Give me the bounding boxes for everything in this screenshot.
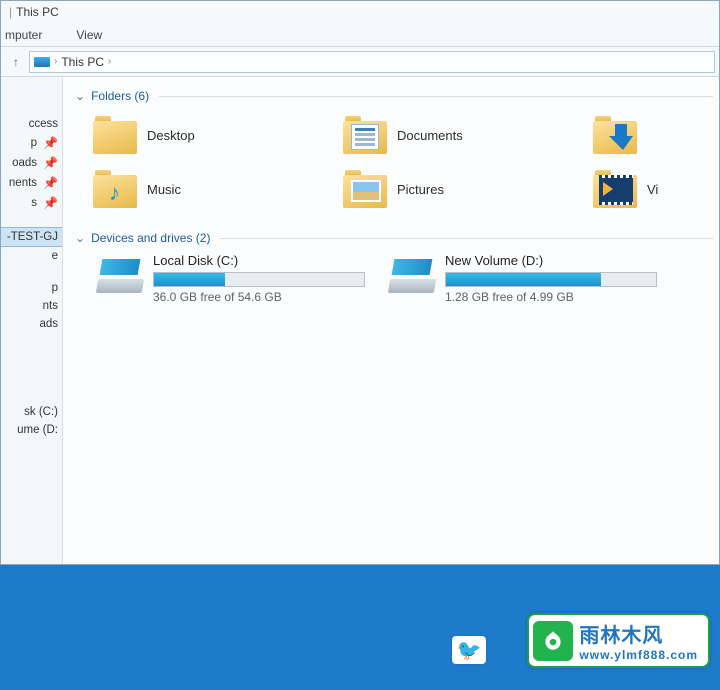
- nav-label: ume (D:: [17, 424, 58, 436]
- drive-name: Local Disk (C:): [153, 253, 367, 268]
- explorer-window: | This PC mputer View ↑ › This PC › cces…: [0, 0, 720, 565]
- group-header-folders[interactable]: ⌄ Folders (6): [75, 89, 713, 103]
- content-pane: ⌄ Folders (6) Desktop Documents: [63, 77, 719, 564]
- drive-usage-fill: [446, 273, 601, 286]
- folders-grid: Desktop Documents: [93, 111, 713, 213]
- nav-label: oads: [12, 157, 37, 169]
- tab-computer[interactable]: mputer: [1, 26, 46, 44]
- music-icon: ♪: [93, 170, 137, 208]
- folder-music[interactable]: ♪ Music: [93, 165, 343, 213]
- drives-row: Local Disk (C:) 36.0 GB free of 54.6 GB …: [97, 253, 713, 304]
- drive-local-c[interactable]: Local Disk (C:) 36.0 GB free of 54.6 GB: [97, 253, 367, 304]
- folder-label: Desktop: [147, 128, 195, 143]
- folder-documents[interactable]: Documents: [343, 111, 593, 159]
- divider: [159, 96, 713, 97]
- downloads-icon: [593, 116, 637, 154]
- drive-usage-bar: [153, 272, 365, 287]
- nav-item-disk-c[interactable]: sk (C:): [1, 403, 62, 421]
- bird-icon: 🐦: [457, 638, 482, 663]
- nav-label: p: [52, 282, 58, 294]
- folder-label: Pictures: [397, 182, 444, 197]
- folder-label: Documents: [397, 128, 463, 143]
- breadcrumb-sep-icon: ›: [54, 56, 57, 67]
- nav-label: e: [52, 250, 58, 262]
- nav-up-button[interactable]: ↑: [5, 51, 27, 73]
- folder-label: Music: [147, 182, 181, 197]
- folder-pictures[interactable]: Pictures: [343, 165, 593, 213]
- drive-info: Local Disk (C:) 36.0 GB free of 54.6 GB: [153, 253, 367, 304]
- pin-icon: 📌: [43, 196, 58, 210]
- nav-item-downloads[interactable]: oads 📌: [1, 153, 62, 173]
- drive-icon: [97, 253, 143, 293]
- nav-label: sk (C:): [24, 406, 58, 418]
- pictures-icon: [343, 170, 387, 208]
- drive-new-volume-d[interactable]: New Volume (D:) 1.28 GB free of 4.99 GB: [389, 253, 659, 304]
- address-bar[interactable]: › This PC ›: [29, 51, 715, 73]
- nav-item[interactable]: e: [1, 247, 62, 265]
- nav-item-quick-access[interactable]: ccess: [1, 115, 62, 133]
- nav-item-desktop[interactable]: p📌: [1, 133, 62, 153]
- drive-free-text: 36.0 GB free of 54.6 GB: [153, 290, 367, 304]
- documents-icon: [343, 116, 387, 154]
- chevron-down-icon: ⌄: [75, 231, 85, 245]
- nav-item[interactable]: ads: [1, 315, 62, 333]
- folder-videos[interactable]: Vi: [593, 165, 713, 213]
- nav-item-documents[interactable]: nents 📌: [1, 173, 62, 193]
- pin-icon: 📌: [43, 176, 58, 190]
- watermark-title: 雨林木风: [579, 619, 698, 648]
- twitter-badge: 🐦: [452, 636, 486, 664]
- ribbon-tabs: mputer View: [1, 23, 719, 47]
- address-row: ↑ › This PC ›: [1, 47, 719, 77]
- navigation-pane[interactable]: ccess p📌 oads📌 nents📌 s📌 -TEST-GJ e p nt…: [1, 77, 63, 564]
- drive-name: New Volume (D:): [445, 253, 659, 268]
- watermark-logo-icon: [533, 621, 573, 661]
- nav-label: nents: [9, 177, 37, 189]
- title-separator: |: [9, 5, 12, 19]
- arrow-up-icon: ↑: [13, 55, 19, 69]
- divider: [220, 238, 713, 239]
- chevron-down-icon: ⌄: [75, 89, 85, 103]
- drive-info: New Volume (D:) 1.28 GB free of 4.99 GB: [445, 253, 659, 304]
- nav-label: nts: [43, 300, 58, 312]
- watermark-url: www.ylmf888.com: [579, 648, 698, 662]
- group-title: Devices and drives (2): [91, 231, 210, 245]
- nav-item[interactable]: nts: [1, 297, 62, 315]
- pin-icon: 📌: [43, 156, 58, 170]
- pin-icon: 📌: [43, 136, 58, 150]
- folder-label: Vi: [647, 182, 658, 197]
- folder-icon: [93, 116, 137, 154]
- watermark-badge: 雨林木风 www.ylmf888.com: [527, 613, 710, 668]
- breadcrumb-sep-icon: ›: [108, 56, 111, 67]
- nav-item-pictures[interactable]: s📌: [1, 193, 62, 213]
- window-title: This PC: [16, 5, 59, 19]
- folder-downloads[interactable]: [593, 111, 713, 159]
- nav-label: -TEST-GJ: [7, 231, 58, 243]
- nav-label: ads: [39, 318, 58, 330]
- nav-item-volume-d[interactable]: ume (D:: [1, 421, 62, 439]
- folder-desktop[interactable]: Desktop: [93, 111, 343, 159]
- videos-icon: [593, 170, 637, 208]
- drive-icon: [389, 253, 435, 293]
- drive-free-text: 1.28 GB free of 4.99 GB: [445, 290, 659, 304]
- group-title: Folders (6): [91, 89, 149, 103]
- nav-item-computer-selected[interactable]: -TEST-GJ: [1, 227, 62, 247]
- breadcrumb-this-pc[interactable]: This PC: [61, 55, 104, 69]
- nav-label: ccess: [29, 118, 58, 130]
- this-pc-icon: [34, 57, 50, 67]
- nav-label: s: [31, 197, 37, 209]
- drive-usage-fill: [154, 273, 225, 286]
- group-header-drives[interactable]: ⌄ Devices and drives (2): [75, 231, 713, 245]
- body-split: ccess p📌 oads📌 nents📌 s📌 -TEST-GJ e p nt…: [1, 77, 719, 564]
- nav-label: p: [31, 137, 37, 149]
- drive-usage-bar: [445, 272, 657, 287]
- nav-item[interactable]: p: [1, 279, 62, 297]
- tab-view[interactable]: View: [72, 26, 106, 44]
- title-bar: | This PC: [1, 1, 719, 23]
